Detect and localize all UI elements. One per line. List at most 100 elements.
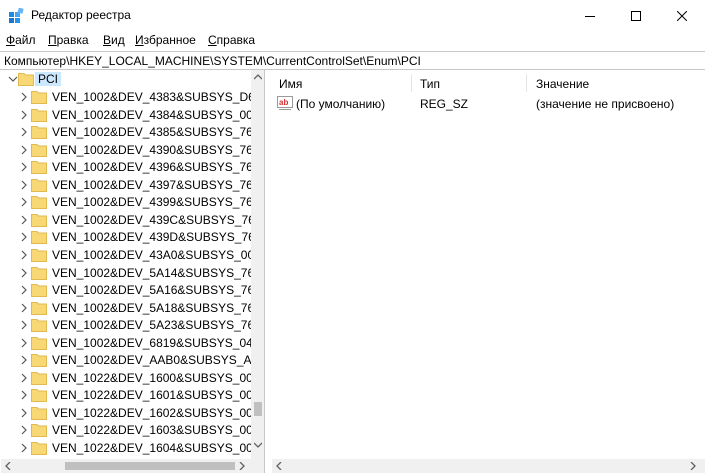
chevron-right-icon[interactable] <box>19 303 29 313</box>
values-list[interactable]: Имя Тип Значение ab (По умолчанию) REG_S… <box>272 70 705 473</box>
tree-item[interactable]: VEN_1022&DEV_1603&SUBSYS_000000 <box>1 422 264 440</box>
chevron-right-icon[interactable] <box>19 127 29 137</box>
chevron-right-icon[interactable] <box>19 425 29 435</box>
scroll-left-icon[interactable] <box>5 462 11 470</box>
tree-horizontal-scrollbar[interactable] <box>1 459 251 473</box>
folder-icon <box>31 213 47 227</box>
tree-vertical-scrollbar[interactable] <box>251 70 264 459</box>
value-row[interactable]: ab (По умолчанию) REG_SZ (значение не пр… <box>272 95 705 113</box>
folder-icon <box>31 248 47 262</box>
chevron-right-icon[interactable] <box>19 408 29 418</box>
menu-edit-label: равка <box>56 33 89 47</box>
tree-item[interactable]: VEN_1002&DEV_5A16&SUBSYS_769314 <box>1 282 264 300</box>
chevron-right-icon[interactable] <box>19 268 29 278</box>
column-divider[interactable] <box>411 74 412 92</box>
tree-item[interactable]: VEN_1002&DEV_439D&SUBSYS_769314 <box>1 229 264 247</box>
chevron-right-icon[interactable] <box>19 145 29 155</box>
tree-item[interactable]: VEN_1002&DEV_4385&SUBSYS_769314 <box>1 124 264 142</box>
tree-item[interactable]: VEN_1002&DEV_4390&SUBSYS_769314 <box>1 142 264 160</box>
chevron-right-icon[interactable] <box>19 250 29 260</box>
folder-icon <box>31 442 47 455</box>
tree-item[interactable]: VEN_1002&DEV_5A23&SUBSYS_769314 <box>1 317 264 335</box>
tree-item[interactable]: VEN_1022&DEV_1601&SUBSYS_000000 <box>1 387 264 405</box>
column-divider[interactable] <box>526 74 527 92</box>
menu-file[interactable]: Файл <box>6 33 36 47</box>
window-title: Редактор реестра <box>31 8 131 22</box>
folder-icon <box>31 424 47 438</box>
values-horizontal-scrollbar[interactable] <box>272 459 705 473</box>
menu-favorites-label: збранное <box>143 33 196 47</box>
value-type: REG_SZ <box>420 97 469 111</box>
column-header-data[interactable]: Значение <box>536 77 589 91</box>
tree-item-label: VEN_1002&DEV_4396&SUBSYS_769314 <box>52 160 265 175</box>
tree-item[interactable]: VEN_1022&DEV_1600&SUBSYS_000000 <box>1 370 264 388</box>
chevron-right-icon[interactable] <box>19 162 29 172</box>
folder-icon <box>31 389 47 403</box>
tree-item[interactable]: VEN_1002&DEV_6819&SUBSYS_043A10 <box>1 335 264 353</box>
scroll-right-icon[interactable] <box>690 462 696 470</box>
tree-item[interactable]: VEN_1002&DEV_439C&SUBSYS_769314 <box>1 212 264 230</box>
tree-item[interactable]: VEN_1002&DEV_5A14&SUBSYS_769314 <box>1 265 264 283</box>
chevron-right-icon[interactable] <box>19 215 29 225</box>
chevron-right-icon[interactable] <box>19 443 29 453</box>
tree-item-label: VEN_1002&DEV_4385&SUBSYS_769314 <box>52 125 265 140</box>
chevron-right-icon[interactable] <box>19 355 29 365</box>
scroll-up-icon[interactable] <box>254 74 262 80</box>
minimize-button[interactable] <box>567 0 613 31</box>
tree-item[interactable]: VEN_1002&DEV_43A0&SUBSYS_000010 <box>1 247 264 265</box>
tree-item-label: VEN_1022&DEV_1601&SUBSYS_000000 <box>52 388 265 403</box>
tree-item[interactable]: VEN_1022&DEV_1604&SUBSYS_000000 <box>1 440 264 458</box>
folder-icon <box>31 196 47 210</box>
title-bar[interactable]: Редактор реестра <box>0 0 705 31</box>
tree-item[interactable]: VEN_1002&DEV_4397&SUBSYS_769314 <box>1 177 264 195</box>
folder-icon <box>31 231 47 245</box>
tree-hscroll-thumb[interactable] <box>65 462 235 470</box>
close-button[interactable] <box>659 0 705 31</box>
chevron-right-icon[interactable] <box>19 338 29 348</box>
chevron-right-icon[interactable] <box>19 373 29 383</box>
tree-item-label: VEN_1002&DEV_5A14&SUBSYS_769314 <box>52 265 265 280</box>
value-data: (значение не присвоено) <box>536 97 675 111</box>
menu-edit[interactable]: Правка <box>48 33 89 47</box>
maximize-button[interactable] <box>613 0 659 31</box>
tree-item-label: VEN_1002&DEV_4399&SUBSYS_769314 <box>52 195 265 210</box>
chevron-right-icon[interactable] <box>19 285 29 295</box>
tree-vscroll-thumb[interactable] <box>254 402 262 416</box>
chevron-right-icon[interactable] <box>19 232 29 242</box>
chevron-right-icon[interactable] <box>19 180 29 190</box>
column-header-name[interactable]: Имя <box>279 77 302 91</box>
scroll-down-icon[interactable] <box>254 442 262 448</box>
scrollbar-corner <box>251 459 264 473</box>
menu-help[interactable]: Справка <box>208 33 255 47</box>
key-tree[interactable]: PCI VEN_1002&DEV_4383&SUBSYS_D69314 VEN_1… <box>1 70 265 473</box>
address-path[interactable]: Компьютер\HKEY_LOCAL_MACHINE\SYSTEM\Curr… <box>4 54 421 68</box>
tree-item[interactable]: VEN_1002&DEV_AAB0&SUBSYS_AAB0 <box>1 352 264 370</box>
folder-icon <box>31 284 47 298</box>
menu-view[interactable]: Вид <box>103 33 125 47</box>
tree-item[interactable]: VEN_1002&DEV_4396&SUBSYS_769314 <box>1 159 264 177</box>
menu-favorites[interactable]: Избранное <box>135 33 196 47</box>
chevron-right-icon[interactable] <box>19 92 29 102</box>
tree-item[interactable]: VEN_1022&DEV_1602&SUBSYS_000000 <box>1 405 264 423</box>
tree-root-label: PCI <box>35 72 62 86</box>
chevron-right-icon[interactable] <box>19 320 29 330</box>
folder-icon <box>31 91 47 104</box>
chevron-right-icon[interactable] <box>19 110 29 120</box>
folder-icon <box>31 319 47 333</box>
address-bar[interactable]: Компьютер\HKEY_LOCAL_MACHINE\SYSTEM\Curr… <box>0 51 705 70</box>
chevron-down-icon[interactable] <box>8 74 18 84</box>
folder-icon <box>31 336 47 350</box>
chevron-right-icon[interactable] <box>19 390 29 400</box>
tree-item[interactable]: VEN_1002&DEV_4399&SUBSYS_769314 <box>1 194 264 212</box>
chevron-right-icon[interactable] <box>19 197 29 207</box>
column-header-type[interactable]: Тип <box>420 77 440 91</box>
scroll-right-icon[interactable] <box>239 462 245 470</box>
string-value-icon: ab <box>277 96 293 110</box>
tree-item[interactable]: VEN_1002&DEV_5A18&SUBSYS_769314 <box>1 300 264 318</box>
value-name: (По умолчанию) <box>296 97 386 111</box>
scroll-left-icon[interactable] <box>276 462 282 470</box>
tree-item-root[interactable]: PCI <box>1 71 251 89</box>
tree-item[interactable]: VEN_1002&DEV_4383&SUBSYS_D69314 <box>1 89 264 107</box>
folder-icon <box>31 301 47 315</box>
tree-item[interactable]: VEN_1002&DEV_4384&SUBSYS_000000 <box>1 107 264 125</box>
